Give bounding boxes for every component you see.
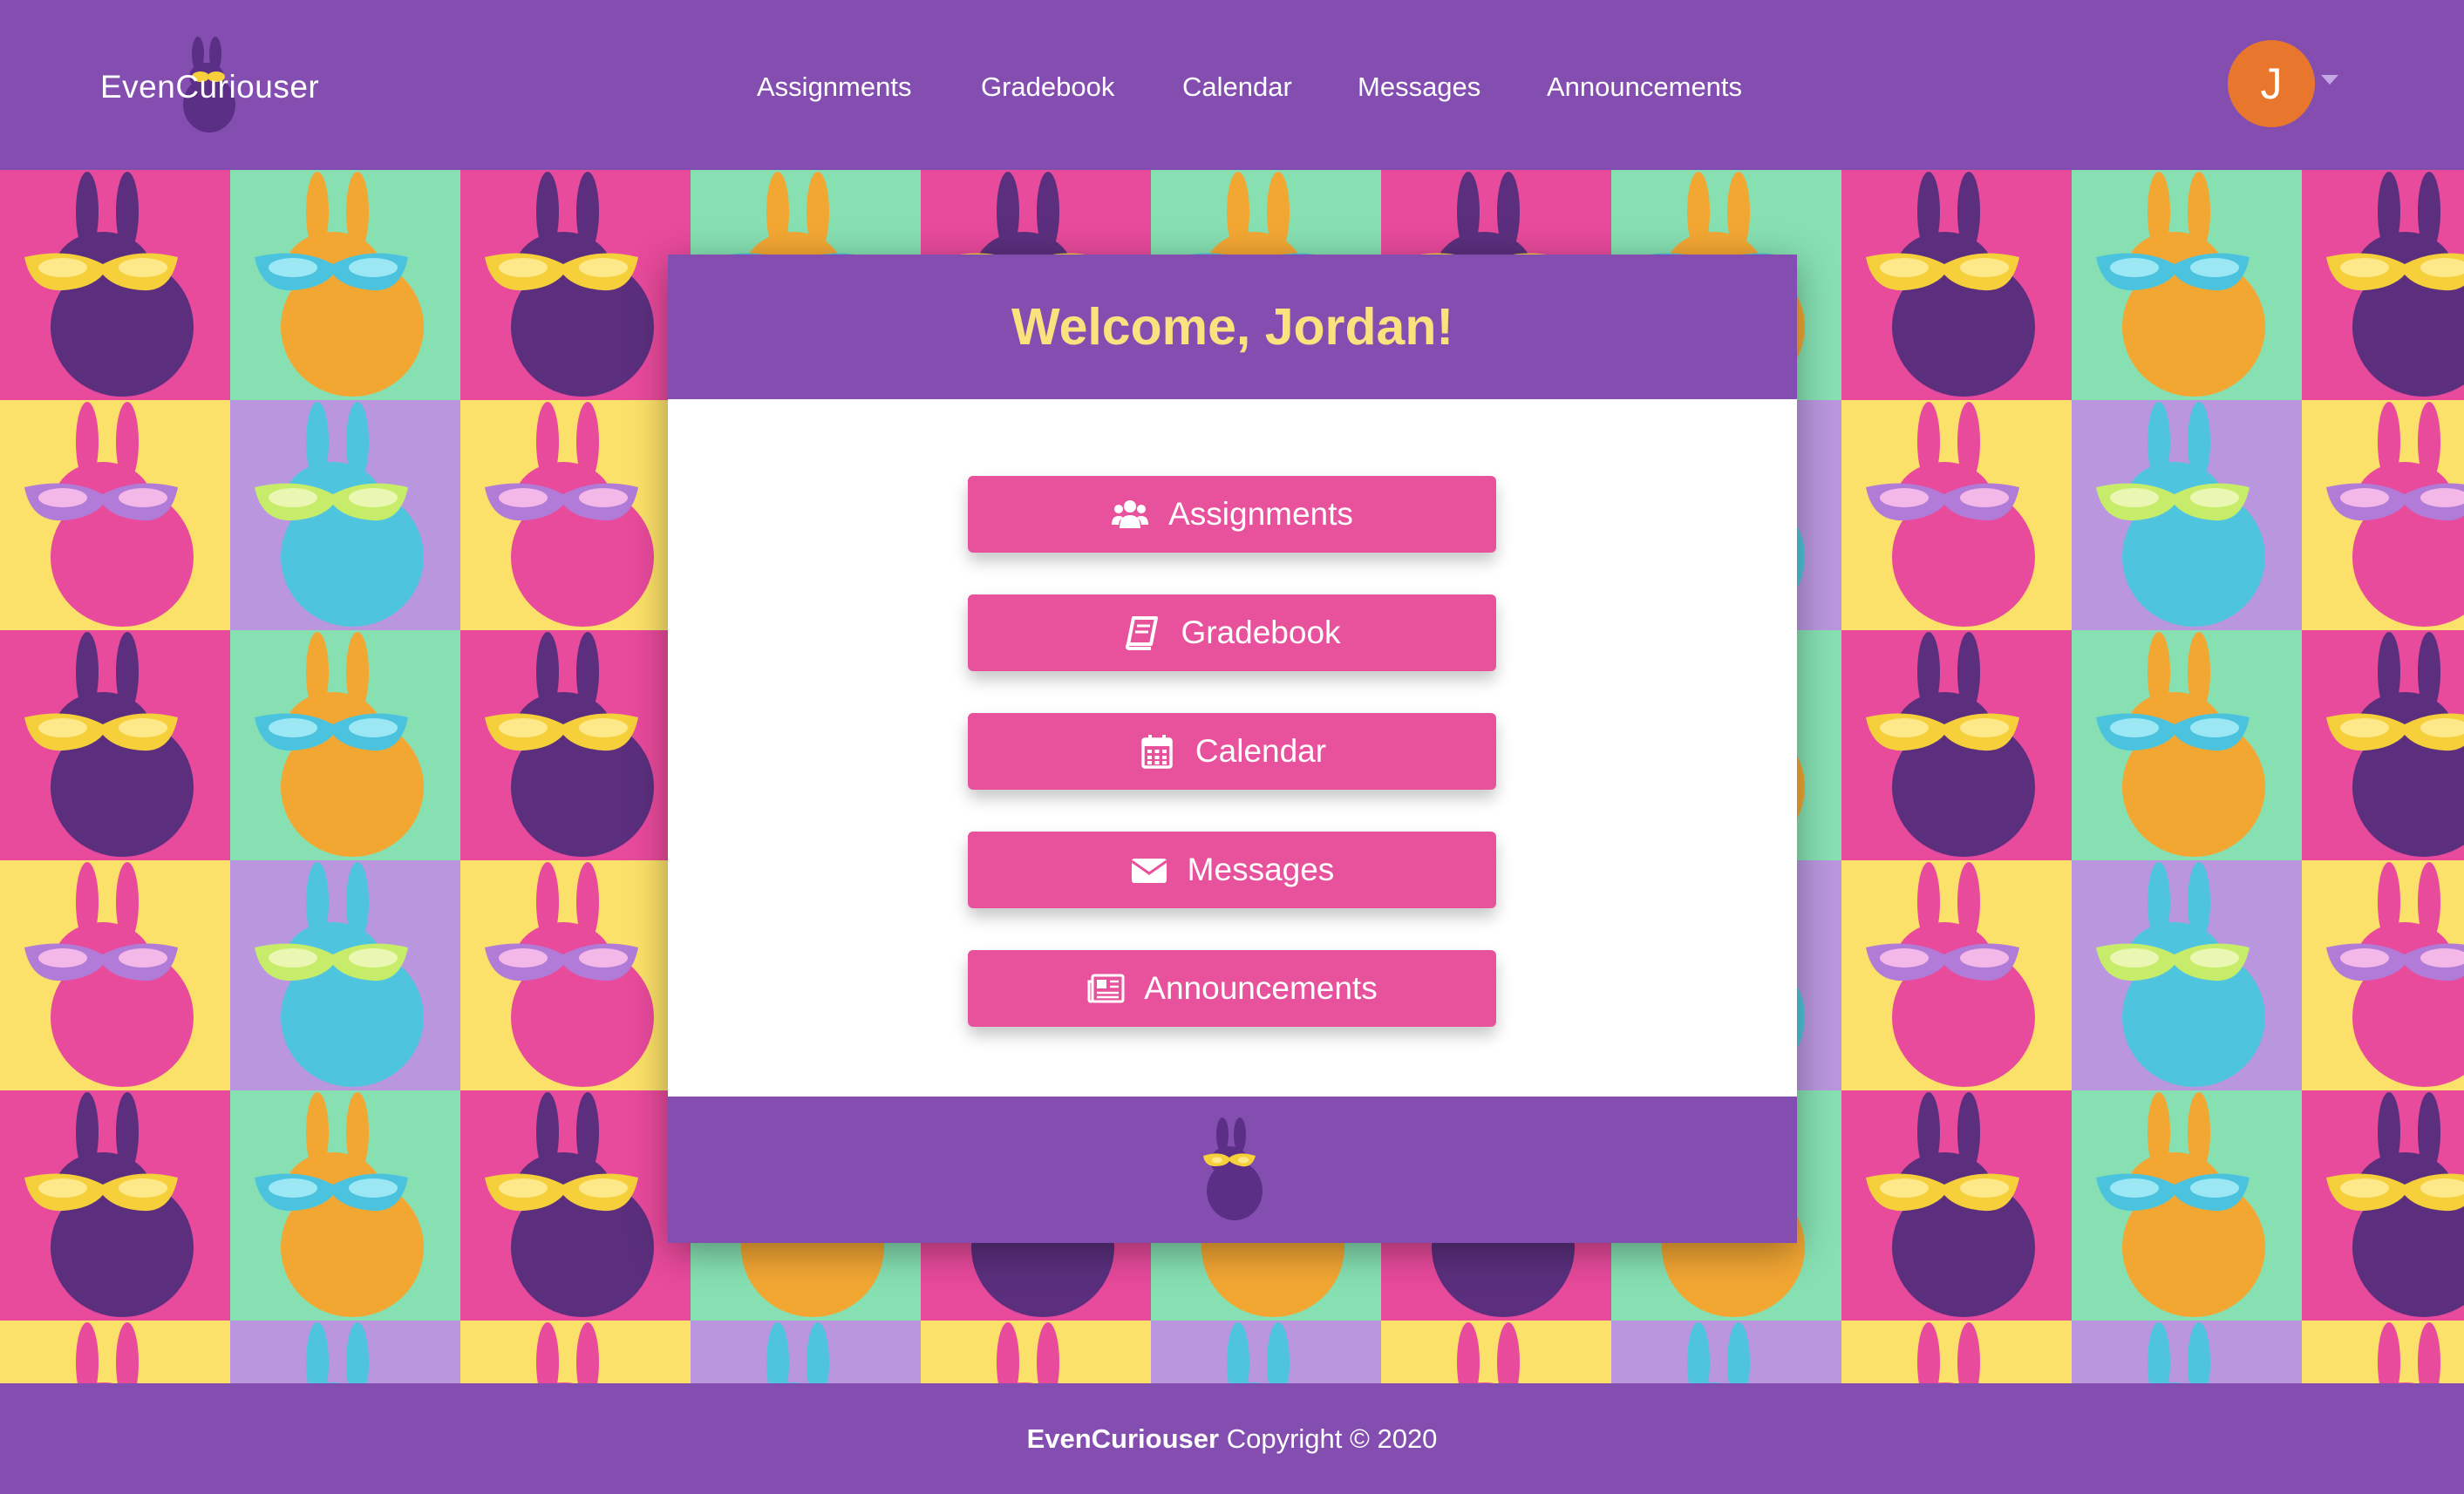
card-header: Welcome, Jordan!	[668, 255, 1797, 399]
footer-copyright: Copyright © 2020	[1226, 1423, 1438, 1454]
gradebook-button-label: Gradebook	[1181, 615, 1341, 650]
calendar-icon	[1138, 734, 1176, 769]
card-footer	[668, 1097, 1797, 1243]
announcements-button[interactable]: Announcements	[968, 950, 1496, 1027]
nav-assignments[interactable]: Assignments	[757, 63, 911, 112]
users-icon	[1111, 497, 1149, 532]
page-footer: EvenCuriouser Copyright © 2020	[0, 1383, 2464, 1494]
book-icon	[1123, 615, 1161, 650]
envelope-icon	[1130, 852, 1168, 887]
card-body: Assignments Gradebook Calendar Messages …	[668, 399, 1797, 1097]
messages-button[interactable]: Messages	[968, 832, 1496, 908]
assignments-button-label: Assignments	[1168, 496, 1353, 532]
bunny-mascot-icon	[1203, 1117, 1263, 1220]
top-navbar: EvenCuriouser Assignments Gradebook Cale…	[0, 0, 2464, 170]
user-avatar[interactable]: J	[2228, 40, 2315, 127]
newspaper-icon	[1086, 971, 1125, 1006]
brand-name: EvenCuriouser	[100, 69, 320, 105]
calendar-button-label: Calendar	[1195, 733, 1327, 769]
footer-brand: EvenCuriouser	[1026, 1423, 1220, 1454]
chevron-down-icon[interactable]	[2321, 75, 2338, 85]
announcements-button-label: Announcements	[1144, 970, 1378, 1006]
nav-messages[interactable]: Messages	[1358, 63, 1480, 112]
nav-gradebook[interactable]: Gradebook	[981, 63, 1114, 112]
welcome-title: Welcome, Jordan!	[1011, 298, 1454, 356]
assignments-button[interactable]: Assignments	[968, 476, 1496, 553]
nav-calendar[interactable]: Calendar	[1182, 63, 1292, 112]
messages-button-label: Messages	[1187, 852, 1335, 887]
main-nav: Assignments Gradebook Calendar Messages …	[0, 63, 2464, 112]
welcome-card: Welcome, Jordan! Assignments Gradebook C…	[668, 255, 1797, 1243]
calendar-button[interactable]: Calendar	[968, 713, 1496, 790]
gradebook-button[interactable]: Gradebook	[968, 594, 1496, 671]
nav-announcements[interactable]: Announcements	[1547, 63, 1742, 112]
